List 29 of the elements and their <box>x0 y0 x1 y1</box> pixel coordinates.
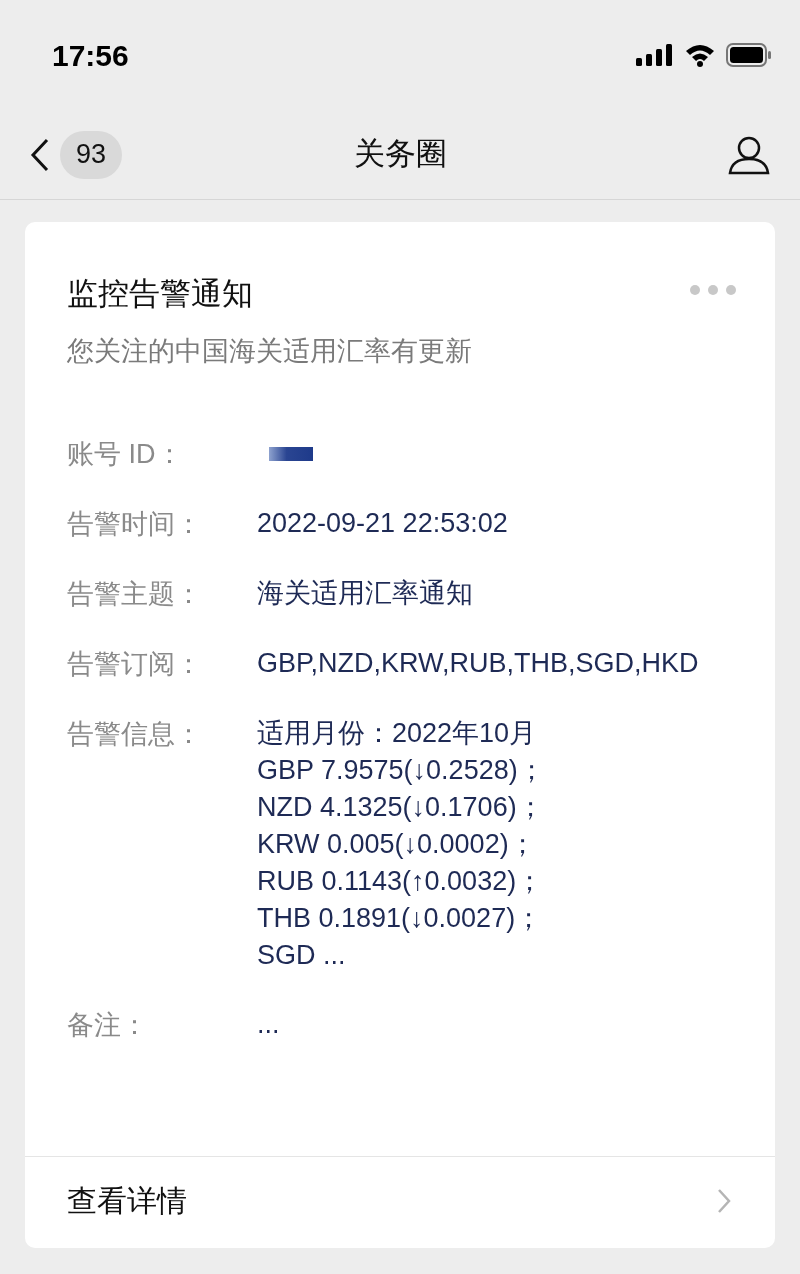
field-label: 告警时间： <box>67 508 203 541</box>
status-time: 17:56 <box>52 37 129 74</box>
redaction-mark <box>269 447 313 461</box>
battery-icon <box>726 43 772 67</box>
field-label: 账号 ID： <box>67 438 184 471</box>
field-value: ... <box>257 1008 281 1041</box>
signal-icon <box>636 44 674 66</box>
view-details-link[interactable]: 查看详情 <box>67 1178 187 1223</box>
field-value: 海关适用汇率通知 <box>257 577 474 610</box>
field-value: RUB 0.1143(↑0.0032)； <box>257 865 545 898</box>
field-value: 2022-09-21 22:53:02 <box>257 507 509 540</box>
field-label: 告警信息： <box>67 718 203 751</box>
page-title: 关务圈 <box>353 135 447 174</box>
back-icon[interactable] <box>30 137 50 172</box>
field-label: 备注： <box>67 1009 149 1042</box>
field-value: KRW 0.005(↓0.0002)； <box>257 828 537 861</box>
field-value: 适用月份：2022年10月 <box>257 717 538 750</box>
field-value: GBP 7.9575(↓0.2528)； <box>257 754 546 787</box>
card-title: 监控告警通知 <box>67 275 253 313</box>
field-value: THB 0.1891(↓0.0027)； <box>257 902 544 935</box>
card-subtitle: 您关注的中国海关适用汇率有更新 <box>67 335 473 368</box>
field-label: 告警订阅： <box>67 648 203 681</box>
field-value: GBP,NZD,KRW,RUB,THB,SGD,HKD <box>257 647 700 680</box>
field-value: SGD ... <box>257 939 347 972</box>
wifi-icon <box>684 43 716 67</box>
unread-count-badge: 93 <box>60 130 123 179</box>
field-label: 告警主题： <box>67 578 203 611</box>
field-value: NZD 4.1325(↓0.1706)； <box>257 791 545 824</box>
profile-icon[interactable] <box>728 134 770 175</box>
